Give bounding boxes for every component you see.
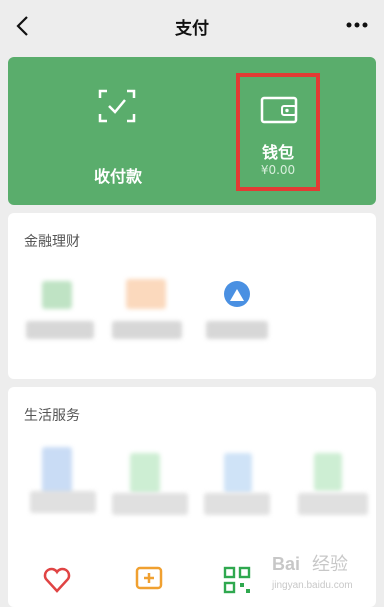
watermark-logo: Bai 经验 jingyan.baidu.com	[271, 554, 353, 591]
medical-chat-icon[interactable]	[134, 565, 164, 595]
pay-receive-button[interactable]: 收付款	[58, 87, 178, 187]
service-item-3-icon[interactable]	[224, 453, 252, 493]
scan-pay-icon	[98, 89, 136, 123]
finance-item-2-label	[112, 321, 182, 339]
finance-section-title: 金融理财	[24, 234, 80, 250]
service-item-4-label	[298, 493, 368, 515]
wallet-balance: ¥0.00	[260, 163, 296, 177]
more-icon[interactable]	[346, 22, 368, 28]
page-title: 支付	[175, 19, 209, 39]
service-item-2-label	[112, 493, 188, 515]
svg-text:Bai: Bai	[272, 554, 300, 574]
baidu-watermark: Bai 经验 jingyan.baidu.com	[268, 548, 376, 596]
life-services-title: 生活服务	[24, 408, 80, 424]
heart-icon[interactable]	[42, 565, 72, 595]
service-item-1-icon[interactable]	[42, 447, 72, 495]
wallet-button[interactable]: 钱包 ¥0.00	[236, 73, 320, 191]
service-item-3-label	[204, 493, 270, 515]
svg-text:jingyan.baidu.com: jingyan.baidu.com	[271, 580, 353, 591]
wallet-label: 钱包	[261, 143, 294, 162]
finance-section: 金融理财	[8, 213, 376, 379]
finance-item-1-icon[interactable]	[42, 281, 72, 309]
pay-receive-label: 收付款	[93, 167, 142, 186]
svg-text:经验: 经验	[312, 554, 348, 574]
qr-code-icon[interactable]	[222, 565, 252, 595]
service-item-4-icon[interactable]	[314, 453, 342, 491]
top-bar: 支付	[0, 0, 384, 52]
finance-item-3-label	[206, 321, 268, 339]
service-item-2-icon[interactable]	[130, 453, 160, 493]
finance-item-1-label	[26, 321, 94, 339]
payment-card: 收付款 钱包 ¥0.00	[8, 57, 376, 205]
service-item-1-label	[30, 491, 96, 513]
wallet-icon	[260, 96, 298, 124]
finance-item-3-icon[interactable]	[222, 279, 252, 309]
finance-item-2-icon[interactable]	[126, 279, 166, 309]
